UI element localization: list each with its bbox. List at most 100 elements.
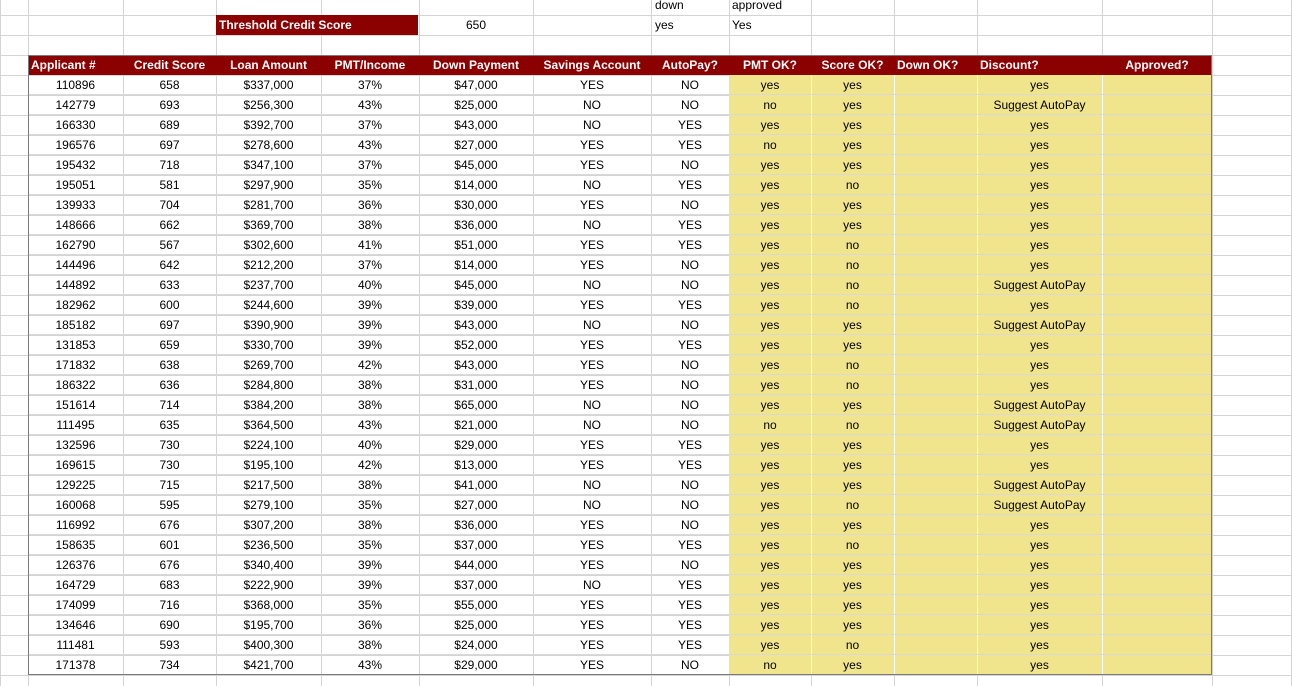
cell-applicant-id[interactable]: 110896 <box>28 75 123 95</box>
cell-credit-score[interactable]: 662 <box>123 215 216 235</box>
cell-credit-score[interactable]: 581 <box>123 175 216 195</box>
cell-loan-amount[interactable]: $217,500 <box>216 475 321 495</box>
cell-pmt-income[interactable]: 40% <box>321 435 419 455</box>
approved-header-cell[interactable]: approved <box>728 0 808 15</box>
down-value-cell[interactable]: yes <box>651 15 728 35</box>
cell-loan-amount[interactable]: $284,800 <box>216 375 321 395</box>
cell-score-ok[interactable]: yes <box>811 435 894 455</box>
cell-down-ok[interactable] <box>894 635 977 655</box>
cell-score-ok[interactable]: no <box>811 175 894 195</box>
cell-down-payment[interactable]: $43,000 <box>419 115 533 135</box>
cell-down-payment[interactable]: $45,000 <box>419 275 533 295</box>
cell-score-ok[interactable]: no <box>811 415 894 435</box>
cell-savings-account[interactable]: YES <box>533 335 651 355</box>
cell-credit-score[interactable]: 734 <box>123 655 216 675</box>
cell-down-ok[interactable] <box>894 655 977 675</box>
cell-pmt-ok[interactable]: yes <box>729 595 811 615</box>
cell-pmt-ok[interactable]: yes <box>729 335 811 355</box>
cell-discount[interactable]: Suggest AutoPay <box>977 395 1102 415</box>
cell-applicant-id[interactable]: 171832 <box>28 355 123 375</box>
cell-pmt-income[interactable]: 36% <box>321 615 419 635</box>
cell-down-ok[interactable] <box>894 135 977 155</box>
cell-loan-amount[interactable]: $421,700 <box>216 655 321 675</box>
cell-approved[interactable] <box>1102 235 1212 255</box>
cell-savings-account[interactable]: NO <box>533 395 651 415</box>
cell-discount[interactable]: Suggest AutoPay <box>977 95 1102 115</box>
cell-loan-amount[interactable]: $307,200 <box>216 515 321 535</box>
cell-down-ok[interactable] <box>894 115 977 135</box>
cell-loan-amount[interactable]: $368,000 <box>216 595 321 615</box>
cell-down-ok[interactable] <box>894 375 977 395</box>
cell-approved[interactable] <box>1102 595 1212 615</box>
cell-applicant-id[interactable]: 182962 <box>28 295 123 315</box>
cell-savings-account[interactable]: NO <box>533 575 651 595</box>
cell-autopay[interactable]: YES <box>651 115 729 135</box>
cell-loan-amount[interactable]: $269,700 <box>216 355 321 375</box>
cell-loan-amount[interactable]: $369,700 <box>216 215 321 235</box>
cell-pmt-income[interactable]: 43% <box>321 135 419 155</box>
cell-loan-amount[interactable]: $195,100 <box>216 455 321 475</box>
cell-pmt-ok[interactable]: yes <box>729 175 811 195</box>
cell-autopay[interactable]: YES <box>651 435 729 455</box>
cell-pmt-income[interactable]: 40% <box>321 275 419 295</box>
cell-approved[interactable] <box>1102 575 1212 595</box>
cell-score-ok[interactable]: yes <box>811 115 894 135</box>
cell-down-ok[interactable] <box>894 395 977 415</box>
header-approved[interactable]: Approved? <box>1102 55 1212 75</box>
cell-discount[interactable]: yes <box>977 535 1102 555</box>
cell-pmt-ok[interactable]: yes <box>729 575 811 595</box>
cell-loan-amount[interactable]: $256,300 <box>216 95 321 115</box>
cell-approved[interactable] <box>1102 375 1212 395</box>
header-credit-score[interactable]: Credit Score <box>123 55 216 75</box>
cell-down-ok[interactable] <box>894 475 977 495</box>
cell-savings-account[interactable]: YES <box>533 155 651 175</box>
cell-autopay[interactable]: NO <box>651 275 729 295</box>
cell-down-ok[interactable] <box>894 275 977 295</box>
cell-approved[interactable] <box>1102 655 1212 675</box>
cell-pmt-ok[interactable]: yes <box>729 495 811 515</box>
cell-applicant-id[interactable]: 126376 <box>28 555 123 575</box>
cell-down-payment[interactable]: $37,000 <box>419 575 533 595</box>
cell-pmt-income[interactable]: 39% <box>321 575 419 595</box>
cell-down-ok[interactable] <box>894 295 977 315</box>
cell-savings-account[interactable]: YES <box>533 535 651 555</box>
cell-discount[interactable]: yes <box>977 515 1102 535</box>
cell-pmt-ok[interactable]: yes <box>729 315 811 335</box>
cell-pmt-ok[interactable]: yes <box>729 535 811 555</box>
cell-pmt-income[interactable]: 39% <box>321 315 419 335</box>
cell-autopay[interactable]: YES <box>651 295 729 315</box>
header-applicant-id[interactable]: Applicant # <box>28 55 123 75</box>
cell-score-ok[interactable]: no <box>811 255 894 275</box>
cell-approved[interactable] <box>1102 395 1212 415</box>
cell-credit-score[interactable]: 689 <box>123 115 216 135</box>
cell-autopay[interactable]: YES <box>651 635 729 655</box>
cell-pmt-income[interactable]: 38% <box>321 395 419 415</box>
cell-discount[interactable]: yes <box>977 655 1102 675</box>
cell-score-ok[interactable]: no <box>811 375 894 395</box>
down-header-cell[interactable]: down <box>651 0 728 15</box>
cell-pmt-income[interactable]: 37% <box>321 75 419 95</box>
cell-pmt-ok[interactable]: no <box>729 135 811 155</box>
cell-credit-score[interactable]: 593 <box>123 635 216 655</box>
cell-down-payment[interactable]: $55,000 <box>419 595 533 615</box>
cell-score-ok[interactable]: yes <box>811 215 894 235</box>
cell-discount[interactable]: yes <box>977 215 1102 235</box>
cell-score-ok[interactable]: yes <box>811 555 894 575</box>
cell-autopay[interactable]: YES <box>651 615 729 635</box>
cell-approved[interactable] <box>1102 335 1212 355</box>
cell-down-payment[interactable]: $43,000 <box>419 315 533 335</box>
cell-pmt-income[interactable]: 37% <box>321 155 419 175</box>
cell-discount[interactable]: yes <box>977 355 1102 375</box>
cell-loan-amount[interactable]: $237,700 <box>216 275 321 295</box>
cell-savings-account[interactable]: YES <box>533 635 651 655</box>
cell-autopay[interactable]: YES <box>651 595 729 615</box>
cell-savings-account[interactable]: YES <box>533 595 651 615</box>
cell-savings-account[interactable]: NO <box>533 175 651 195</box>
cell-pmt-ok[interactable]: yes <box>729 155 811 175</box>
cell-loan-amount[interactable]: $195,700 <box>216 615 321 635</box>
cell-applicant-id[interactable]: 158635 <box>28 535 123 555</box>
cell-savings-account[interactable]: YES <box>533 75 651 95</box>
cell-autopay[interactable]: YES <box>651 535 729 555</box>
cell-score-ok[interactable]: no <box>811 635 894 655</box>
cell-down-payment[interactable]: $51,000 <box>419 235 533 255</box>
